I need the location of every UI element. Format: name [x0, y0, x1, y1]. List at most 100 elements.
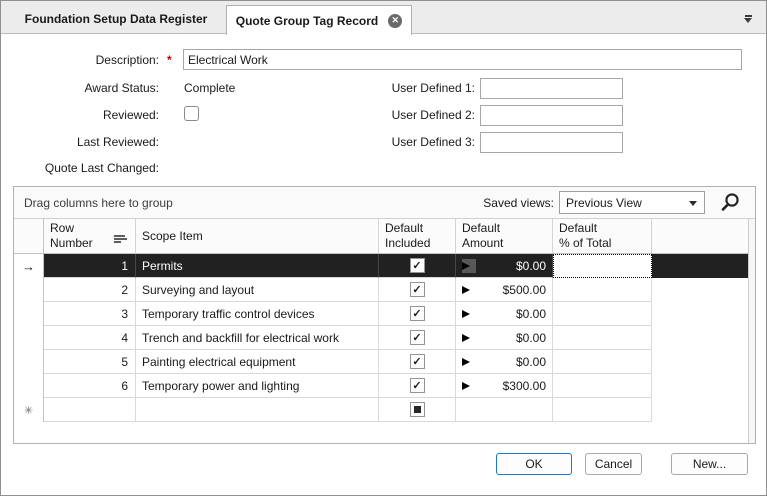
column-header-default-amount[interactable]: Default Amount	[456, 219, 553, 253]
table-row[interactable]: 3 Temporary traffic control devices $0.0…	[14, 302, 748, 326]
flag-icon[interactable]	[462, 355, 476, 369]
scope-item-cell[interactable]: Surveying and layout	[136, 278, 379, 302]
new-row-indicator: ✳	[14, 398, 44, 422]
user-defined-3-input[interactable]	[480, 132, 623, 153]
row-number-cell[interactable]: 6	[44, 374, 136, 398]
row-indicator	[14, 278, 44, 302]
included-cell[interactable]	[379, 350, 456, 374]
group-by-hint: Drag columns here to group	[24, 196, 173, 210]
column-header-empty	[652, 219, 748, 253]
user-defined-2-label: User Defined 2:	[331, 108, 475, 122]
row-indicator	[14, 302, 44, 326]
included-checkbox[interactable]	[410, 258, 425, 273]
cancel-button[interactable]: Cancel	[585, 453, 642, 475]
scope-item-cell[interactable]: Temporary power and lighting	[136, 374, 379, 398]
pct-cell[interactable]	[553, 326, 652, 350]
flag-icon[interactable]	[462, 379, 476, 393]
pct-cell[interactable]	[553, 350, 652, 374]
filler-cell	[652, 326, 748, 350]
column-header-default-included[interactable]: Default Included	[379, 219, 456, 253]
row-number-cell[interactable]	[44, 398, 136, 422]
quote-group-tag-record-window: Foundation Setup Data Register Quote Gro…	[0, 0, 767, 496]
included-cell[interactable]	[379, 398, 456, 422]
amount-cell[interactable]	[456, 398, 553, 422]
row-number-cell[interactable]: 4	[44, 326, 136, 350]
row-number-cell[interactable]: 3	[44, 302, 136, 326]
flag-icon[interactable]	[462, 283, 476, 297]
amount-value: $0.00	[516, 307, 546, 321]
new-button[interactable]: New...	[671, 453, 748, 475]
table-row[interactable]: 4 Trench and backfill for electrical wor…	[14, 326, 748, 350]
included-cell[interactable]	[379, 374, 456, 398]
included-cell[interactable]	[379, 278, 456, 302]
tab-quote-group-tag-record[interactable]: Quote Group Tag Record ✕	[226, 5, 412, 35]
required-asterisk: *	[167, 53, 172, 67]
included-checkbox[interactable]	[410, 378, 425, 393]
user-defined-1-label: User Defined 1:	[331, 81, 475, 95]
amount-cell[interactable]: $0.00	[456, 254, 553, 278]
row-number-cell[interactable]: 5	[44, 350, 136, 374]
description-input[interactable]	[183, 49, 742, 70]
group-by-panel[interactable]: Drag columns here to group Saved views: …	[14, 187, 755, 219]
last-reviewed-label: Last Reviewed:	[13, 135, 159, 149]
pct-cell[interactable]	[553, 374, 652, 398]
included-checkbox[interactable]	[410, 354, 425, 369]
close-tab-icon[interactable]: ✕	[388, 14, 402, 28]
table-row[interactable]: 2 Surveying and layout $500.00	[14, 278, 748, 302]
scope-item-cell[interactable]: Trench and backfill for electrical work	[136, 326, 379, 350]
ok-button[interactable]: OK	[496, 453, 572, 475]
flag-icon[interactable]	[462, 307, 476, 321]
table-row[interactable]: 5 Painting electrical equipment $0.00	[14, 350, 748, 374]
flag-icon[interactable]	[462, 331, 476, 345]
pct-cell[interactable]	[553, 302, 652, 326]
tab-foundation-setup-data-register[interactable]: Foundation Setup Data Register	[6, 5, 226, 33]
column-header-row-number[interactable]: Row Number	[44, 219, 136, 253]
column-header-scope-item[interactable]: Scope Item	[136, 219, 379, 253]
tab-label: Quote Group Tag Record	[236, 14, 378, 28]
amount-cell[interactable]: $0.00	[456, 350, 553, 374]
tab-bar: Foundation Setup Data Register Quote Gro…	[1, 1, 766, 34]
amount-cell[interactable]: $0.00	[456, 326, 553, 350]
column-label: Default % of Total	[559, 221, 611, 251]
included-cell[interactable]	[379, 302, 456, 326]
user-defined-2-input[interactable]	[480, 105, 623, 126]
amount-cell[interactable]: $500.00	[456, 278, 553, 302]
pct-cell[interactable]	[553, 278, 652, 302]
amount-cell[interactable]: $0.00	[456, 302, 553, 326]
scope-item-cell[interactable]: Permits	[136, 254, 379, 278]
included-cell[interactable]	[379, 254, 456, 278]
reviewed-label: Reviewed:	[13, 108, 159, 122]
pct-cell[interactable]	[553, 398, 652, 422]
award-status-label: Award Status:	[13, 81, 159, 95]
included-checkbox-indeterminate[interactable]	[410, 402, 425, 417]
scope-item-cell[interactable]: Temporary traffic control devices	[136, 302, 379, 326]
table-row[interactable]: → 1 Permits $0.00	[14, 254, 748, 278]
scope-item-cell[interactable]: Painting electrical equipment	[136, 350, 379, 374]
table-row[interactable]: 6 Temporary power and lighting $300.00	[14, 374, 748, 398]
flag-icon[interactable]	[462, 259, 476, 273]
column-header-default-pct-of-total[interactable]: Default % of Total	[553, 219, 652, 253]
saved-views-dropdown[interactable]: Previous View	[559, 191, 705, 214]
grid-body: → 1 Permits $0.00 2 Surveying and layout…	[14, 254, 748, 398]
included-checkbox[interactable]	[410, 306, 425, 321]
new-row[interactable]: ✳	[14, 398, 748, 422]
award-status-value: Complete	[184, 81, 235, 95]
pct-cell[interactable]	[553, 254, 652, 278]
row-number-cell[interactable]: 2	[44, 278, 136, 302]
tab-list-dropdown-icon[interactable]	[744, 15, 753, 23]
included-checkbox[interactable]	[410, 330, 425, 345]
scope-item-cell[interactable]	[136, 398, 379, 422]
filler-cell	[652, 302, 748, 326]
included-checkbox[interactable]	[410, 282, 425, 297]
included-cell[interactable]	[379, 326, 456, 350]
tab-label: Foundation Setup Data Register	[25, 12, 208, 26]
search-views-button[interactable]	[717, 191, 743, 215]
grid: Row Number Scope Item Default Included D…	[14, 219, 749, 443]
saved-views-value: Previous View	[566, 196, 642, 210]
row-number-cell[interactable]: 1	[44, 254, 136, 278]
filler-cell	[652, 278, 748, 302]
column-label: Scope Item	[142, 229, 203, 244]
reviewed-checkbox[interactable]	[184, 106, 199, 121]
user-defined-1-input[interactable]	[480, 78, 623, 99]
amount-cell[interactable]: $300.00	[456, 374, 553, 398]
